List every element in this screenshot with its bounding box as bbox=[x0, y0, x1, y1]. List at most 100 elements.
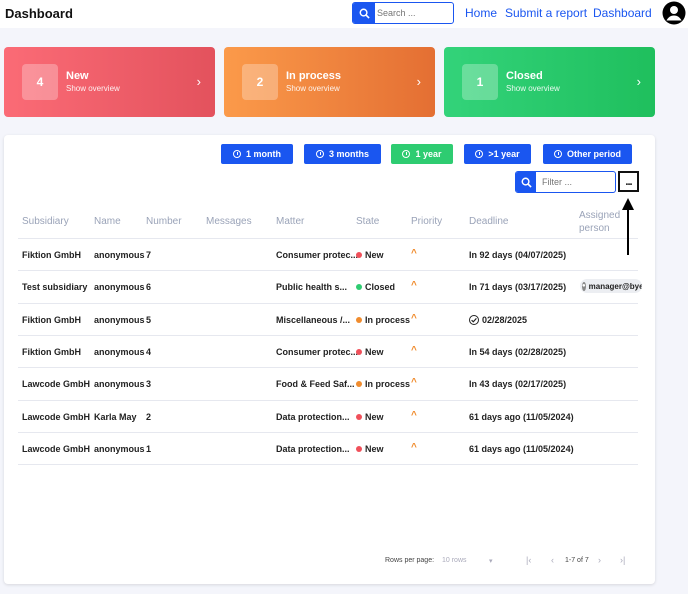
cell-number: 4 bbox=[146, 346, 152, 357]
col-deadline[interactable]: Deadline bbox=[469, 216, 508, 227]
cell-deadline: In 71 days (03/17/2025) bbox=[469, 282, 566, 292]
cell-matter: Food & Feed Saf... bbox=[276, 379, 355, 390]
priority-chevron-up-icon: ^ bbox=[411, 344, 417, 356]
status-dot-icon bbox=[356, 348, 362, 355]
search-box[interactable] bbox=[352, 2, 454, 24]
clock-icon bbox=[402, 150, 411, 158]
cell-state: In process bbox=[356, 315, 410, 325]
search-icon[interactable] bbox=[516, 172, 536, 192]
cell-name: anonymous bbox=[94, 379, 145, 390]
period-1-month-button[interactable]: 1 month bbox=[221, 144, 293, 164]
status-dot-icon bbox=[356, 413, 362, 420]
period-label: 3 months bbox=[328, 149, 369, 159]
deadline-text: 02/28/2025 bbox=[482, 314, 528, 325]
period-other-button[interactable]: Other period bbox=[543, 144, 632, 164]
deadline-text: 61 days ago (11/05/2024) bbox=[469, 411, 574, 422]
table-row[interactable]: Fiktion GmbH anonymous 7 Consumer protec...… bbox=[18, 238, 638, 270]
table-row[interactable]: Lawcode GmbH anonymous 3 Food & Feed Saf...… bbox=[18, 367, 638, 399]
card-new-count: 4 bbox=[22, 64, 58, 100]
col-name[interactable]: Name bbox=[94, 216, 121, 227]
cell-deadline: In 54 days (02/28/2025) bbox=[469, 347, 566, 357]
deadline-text: In 54 days (02/28/2025) bbox=[469, 346, 567, 357]
table-row[interactable]: Fiktion GmbH anonymous 5 Miscellaneous /...… bbox=[18, 302, 638, 335]
user-avatar-icon[interactable] bbox=[662, 1, 686, 25]
status-dot-icon bbox=[356, 284, 362, 291]
period-more-than-1-year-button[interactable]: >1 year bbox=[464, 144, 531, 164]
period-label: >1 year bbox=[488, 149, 520, 159]
nav-submit-report-link[interactable]: Submit a report bbox=[505, 6, 587, 20]
cell-subsidiary: Fiktion GmbH bbox=[22, 250, 81, 260]
clock-icon bbox=[315, 150, 324, 158]
col-assigned-person[interactable]: Assigned person bbox=[579, 209, 634, 235]
cell-deadline: 02/28/2025 bbox=[469, 314, 528, 325]
state-label: In process bbox=[365, 379, 411, 390]
card-new[interactable]: 4 New Show overview › bbox=[4, 47, 215, 117]
person-icon: ● bbox=[582, 281, 586, 291]
last-page-icon[interactable]: ›| bbox=[620, 555, 625, 565]
deadline-text: In 92 days (04/07/2025) bbox=[469, 250, 567, 260]
state-label: New bbox=[365, 443, 384, 454]
state-label: New bbox=[365, 250, 384, 260]
app-title: Dashboard bbox=[5, 6, 73, 21]
card-closed-sub: Show overview bbox=[506, 84, 560, 93]
state-label: New bbox=[365, 411, 384, 422]
cell-matter: Consumer protec... bbox=[276, 346, 359, 357]
state-label: In process bbox=[365, 314, 411, 325]
card-in-process-sub: Show overview bbox=[286, 84, 340, 93]
first-page-icon[interactable]: |‹ bbox=[526, 555, 531, 565]
table-bottom-divider bbox=[18, 464, 638, 466]
cell-matter: Consumer protec... bbox=[276, 250, 359, 260]
card-in-process-label: In process bbox=[286, 70, 342, 82]
state-label: Closed bbox=[365, 282, 396, 293]
cell-deadline: In 92 days (04/07/2025) bbox=[469, 250, 566, 260]
dropdown-arrow-icon[interactable]: ▾ bbox=[489, 557, 493, 565]
assigned-person-chip[interactable]: ● manager@bye bbox=[580, 279, 642, 294]
assigned-person-name: manager@bye bbox=[588, 281, 642, 291]
cell-state: In process bbox=[356, 379, 410, 389]
cell-number: 2 bbox=[146, 411, 152, 422]
search-icon[interactable] bbox=[353, 3, 375, 23]
clock-icon bbox=[475, 150, 484, 158]
filter-input[interactable] bbox=[542, 172, 612, 192]
cell-deadline: 61 days ago (11/05/2024) bbox=[469, 412, 574, 422]
cell-matter: Public health s... bbox=[276, 282, 348, 293]
rows-per-page-label: Rows per page: bbox=[385, 557, 435, 564]
period-1-year-button[interactable]: 1 year bbox=[391, 144, 453, 164]
more-options-button[interactable]: ... bbox=[618, 171, 639, 192]
cell-subsidiary: Test subsidiary bbox=[22, 282, 88, 293]
card-new-label: New bbox=[66, 70, 89, 82]
nav-dashboard-link[interactable]: Dashboard bbox=[593, 6, 652, 20]
next-page-icon[interactable]: › bbox=[598, 555, 601, 565]
deadline-text: 61 days ago (11/05/2024) bbox=[469, 443, 574, 454]
table-row[interactable]: Lawcode GmbH Karla May 2 Data protection...… bbox=[18, 399, 638, 432]
search-input[interactable] bbox=[377, 3, 451, 23]
period-3-months-button[interactable]: 3 months bbox=[304, 144, 381, 164]
clock-icon bbox=[233, 150, 241, 158]
filter-box[interactable] bbox=[515, 171, 616, 193]
nav-home-link[interactable]: Home bbox=[465, 6, 497, 20]
cell-name: Karla May bbox=[94, 411, 137, 422]
col-number[interactable]: Number bbox=[146, 216, 182, 227]
cell-matter: Miscellaneous /... bbox=[276, 314, 351, 325]
col-priority[interactable]: Priority bbox=[411, 216, 442, 227]
card-closed-label: Closed bbox=[506, 70, 543, 82]
col-state[interactable]: State bbox=[356, 216, 379, 227]
table-row[interactable]: Fiktion GmbH anonymous 4 Consumer protec...… bbox=[18, 334, 638, 367]
cell-name: anonymous bbox=[94, 346, 145, 357]
status-dot-icon bbox=[356, 381, 362, 388]
period-label: 1 month bbox=[246, 149, 281, 159]
col-messages[interactable]: Messages bbox=[206, 216, 252, 227]
prev-page-icon[interactable]: ‹ bbox=[551, 555, 554, 565]
priority-chevron-up-icon: ^ bbox=[411, 312, 417, 324]
cell-number: 7 bbox=[146, 250, 152, 260]
table-row[interactable]: Lawcode GmbH anonymous 1 Data protection...… bbox=[18, 431, 638, 464]
cell-number: 3 bbox=[146, 379, 152, 390]
col-subsidiary[interactable]: Subsidiary bbox=[22, 216, 69, 227]
card-closed[interactable]: 1 Closed Show overview › bbox=[444, 47, 655, 117]
priority-chevron-up-icon: ^ bbox=[411, 248, 417, 259]
annotation-arrow-head bbox=[622, 198, 634, 210]
table-row[interactable]: Test subsidiary anonymous 6 Public health s… bbox=[18, 270, 642, 302]
card-in-process[interactable]: 2 In process Show overview › bbox=[224, 47, 435, 117]
col-matter[interactable]: Matter bbox=[276, 216, 304, 227]
rows-per-page-select[interactable]: 10 rows bbox=[442, 557, 467, 564]
